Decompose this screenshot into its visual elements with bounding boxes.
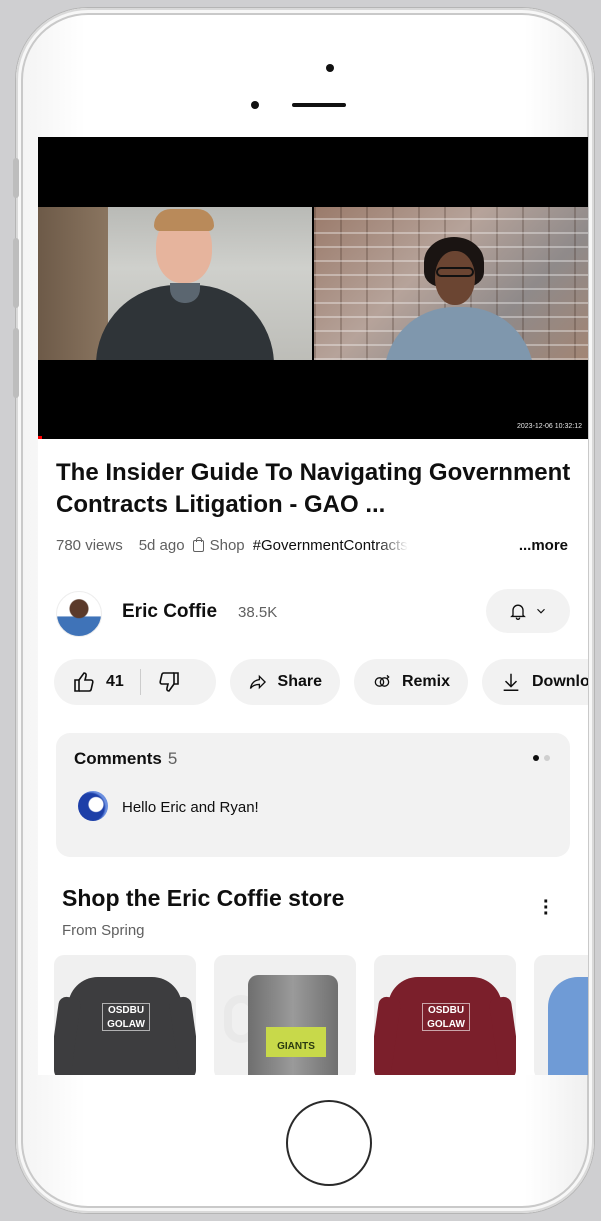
- notification-bell-button[interactable]: [486, 589, 570, 633]
- product-card[interactable]: [534, 955, 588, 1075]
- shopping-bag-icon: [192, 536, 204, 552]
- sweatshirt-image: OSDBU GOLAW: [68, 977, 182, 1075]
- carousel-dot-active: [533, 755, 539, 761]
- view-count: 780 views: [56, 537, 123, 554]
- share-button[interactable]: Share: [230, 659, 340, 705]
- channel-row: Eric Coffie 38.5K: [56, 589, 570, 637]
- tshirt-image: [548, 977, 588, 1075]
- share-label: Share: [277, 673, 322, 690]
- home-button[interactable]: [286, 1100, 372, 1186]
- product-print: GIANTS: [266, 1027, 326, 1057]
- commenter-avatar: [78, 791, 108, 821]
- remix-button[interactable]: Remix: [354, 659, 468, 705]
- shop-title: Shop the Eric Coffie store: [62, 885, 345, 911]
- chevron-down-icon: [537, 608, 545, 614]
- more-link[interactable]: ...more: [519, 537, 568, 554]
- app-screen: 2023-12-06 10:32:12 The Insider Guide To…: [38, 137, 588, 1075]
- mute-switch: [13, 158, 19, 198]
- product-print: OSDBU GOLAW: [422, 1003, 470, 1031]
- subscriber-count: 38.5K: [238, 604, 278, 621]
- top-comment-text: Hello Eric and Ryan!: [122, 799, 259, 816]
- volume-up-button: [13, 238, 19, 308]
- front-camera: [326, 64, 334, 72]
- thumbs-down-icon[interactable]: [157, 670, 181, 694]
- carousel-dots: [533, 755, 550, 761]
- download-label: Download: [532, 673, 588, 690]
- video-participant-right: [314, 207, 588, 360]
- comments-panel[interactable]: Comments 5 Hello Eric and Ryan!: [56, 733, 570, 857]
- channel-name[interactable]: Eric Coffie: [122, 601, 217, 623]
- hashtag-link[interactable]: #GovernmentContracts: [253, 537, 408, 554]
- bell-icon: [510, 604, 526, 620]
- product-card[interactable]: OSDBU GOLAW: [54, 955, 196, 1075]
- download-button[interactable]: Download: [482, 659, 588, 705]
- comments-header: Comments 5: [74, 749, 177, 769]
- like-count[interactable]: 41: [106, 673, 124, 691]
- share-arrow-icon: [249, 674, 267, 690]
- sweatshirt-image: OSDBU GOLAW: [388, 977, 502, 1075]
- download-icon: [503, 673, 519, 691]
- volume-down-button: [13, 328, 19, 398]
- video-timestamp: 2023-12-06 10:32:12: [517, 423, 582, 430]
- comments-label: Comments: [74, 749, 162, 768]
- shop-link[interactable]: Shop: [210, 537, 245, 554]
- mug-image: [248, 975, 338, 1075]
- video-participant-left: [38, 207, 312, 360]
- video-progress-bar[interactable]: [38, 436, 42, 439]
- video-player[interactable]: 2023-12-06 10:32:12: [38, 137, 588, 439]
- product-carousel: OSDBU GOLAW GIANTS OSDBU GOLAW: [54, 955, 588, 1075]
- thumbs-up-icon[interactable]: [72, 670, 96, 694]
- remix-label: Remix: [401, 673, 450, 690]
- product-card[interactable]: OSDBU GOLAW: [374, 955, 516, 1075]
- product-card[interactable]: GIANTS: [214, 955, 356, 1075]
- shop-subtitle: From Spring: [62, 922, 145, 939]
- video-title[interactable]: The Insider Guide To Navigating Governme…: [56, 457, 576, 521]
- proximity-sensor: [251, 101, 259, 109]
- channel-avatar[interactable]: [56, 591, 102, 637]
- more-options-icon[interactable]: · · ·: [543, 892, 550, 924]
- product-print: OSDBU GOLAW: [102, 1003, 150, 1031]
- video-meta[interactable]: 780 views 5d ago Shop #GovernmentContrac…: [56, 536, 568, 554]
- action-bar: 41 Share Remix Download: [54, 659, 588, 707]
- like-dislike-pill: 41: [54, 659, 216, 705]
- earpiece-speaker: [292, 103, 346, 107]
- carousel-dot: [544, 755, 550, 761]
- remix-icon: [374, 674, 390, 687]
- upload-age: 5d ago: [138, 537, 185, 554]
- comments-count: 5: [167, 749, 178, 768]
